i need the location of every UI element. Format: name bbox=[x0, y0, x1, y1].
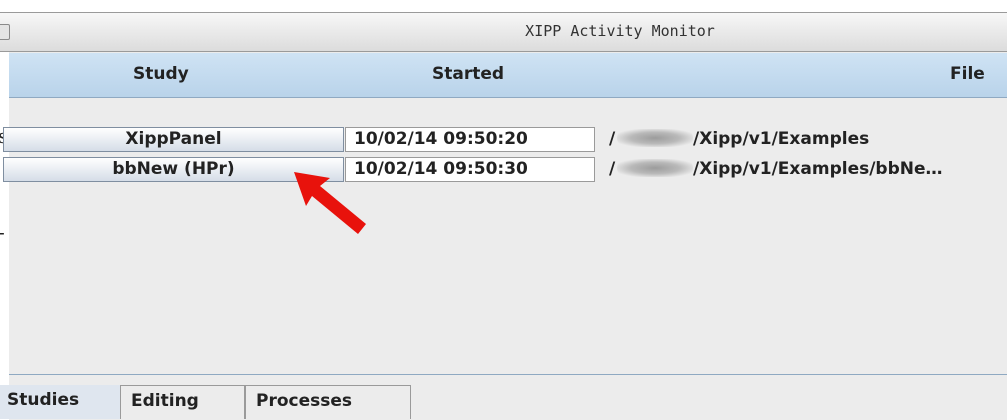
tab-bar: Studies Editing Processes bbox=[0, 374, 1007, 420]
table-header: Study Started File bbox=[9, 53, 1007, 98]
redacted-path-segment bbox=[617, 129, 693, 147]
column-header-started[interactable]: Started bbox=[432, 64, 504, 84]
window-title: XIPP Activity Monitor bbox=[525, 22, 715, 40]
study-button-xipppanel[interactable]: XippPanel bbox=[3, 127, 344, 152]
file-path-suffix: /Xipp/v1/Examples/bbNe… bbox=[693, 159, 943, 179]
tab-editing[interactable]: Editing bbox=[120, 385, 245, 419]
left-edge-glyph: - bbox=[0, 220, 5, 244]
redacted-path-segment bbox=[617, 159, 693, 177]
file-cell: / /Xipp/v1/Examples bbox=[609, 127, 1007, 152]
started-cell: 10/02/14 09:50:30 bbox=[345, 157, 595, 182]
column-header-study[interactable]: Study bbox=[133, 64, 189, 84]
left-edge-strip: s - bbox=[0, 0, 9, 407]
file-path-prefix: / bbox=[609, 159, 616, 179]
table-row[interactable]: XippPanel 10/02/14 09:50:20 / /Xipp/v1/Ex… bbox=[3, 126, 1007, 154]
red-arrow-icon bbox=[294, 172, 366, 234]
studies-table-body: XippPanel 10/02/14 09:50:20 / /Xipp/v1/Ex… bbox=[3, 98, 1007, 362]
column-header-file[interactable]: File bbox=[950, 64, 985, 84]
table-row[interactable]: bbNew (HPr) 10/02/14 09:50:30 / /Xipp/v1/… bbox=[3, 156, 1007, 184]
started-cell: 10/02/14 09:50:20 bbox=[345, 127, 595, 152]
activity-monitor-window: XIPP Activity Monitor Study Started File… bbox=[0, 12, 1007, 420]
study-button-bbnew[interactable]: bbNew (HPr) bbox=[3, 157, 344, 182]
title-bar[interactable]: XIPP Activity Monitor bbox=[0, 12, 1007, 52]
tab-studies[interactable]: Studies bbox=[0, 385, 120, 419]
file-cell: / /Xipp/v1/Examples/bbNe… bbox=[609, 157, 1007, 182]
tab-processes[interactable]: Processes bbox=[245, 385, 411, 419]
file-path-prefix: / bbox=[609, 129, 616, 149]
file-path-suffix: /Xipp/v1/Examples bbox=[693, 129, 870, 149]
